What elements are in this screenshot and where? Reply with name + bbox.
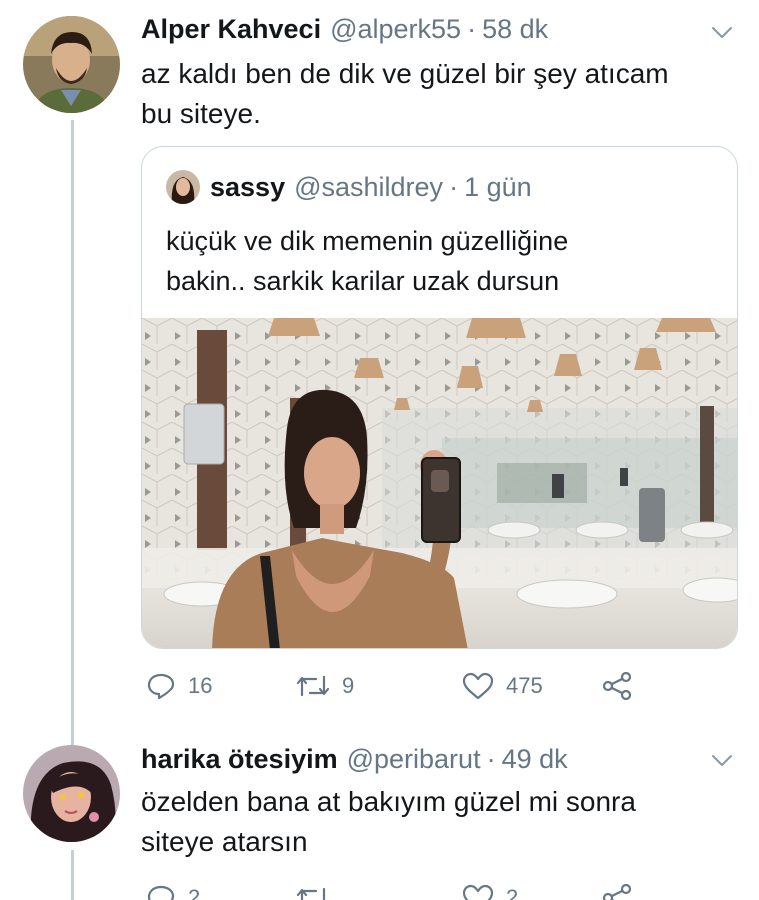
reply-icon	[147, 885, 175, 900]
like-button[interactable]: 2	[462, 884, 602, 900]
display-name[interactable]: Alper Kahveci	[141, 14, 321, 45]
separator-dot: ·	[467, 14, 477, 44]
like-button[interactable]: 475	[462, 672, 602, 700]
quoted-username-handle[interactable]: @sashildrey	[294, 172, 443, 203]
share-button[interactable]	[602, 672, 644, 700]
tweet-text-line: az kaldı ben de dik ve güzel bir şey atı…	[141, 58, 669, 89]
tweet-text: özelden bana at bakıyım güzel mi sonra s…	[141, 782, 636, 862]
quoted-timestamp[interactable]: 1 gün	[464, 172, 532, 203]
tweet-text: az kaldı ben de dik ve güzel bir şey atı…	[141, 54, 669, 134]
chevron-down-icon[interactable]	[707, 748, 737, 772]
chevron-down-icon[interactable]	[707, 20, 737, 44]
reply-count: 16	[188, 673, 213, 698]
avatar[interactable]	[23, 16, 120, 113]
reply-button[interactable]: 16	[146, 672, 296, 700]
tweet-text-line: siteye atarsın	[141, 826, 308, 857]
like-count: 475	[506, 673, 543, 698]
quoted-avatar	[166, 170, 200, 204]
quoted-text-line: küçük ve dik memenin güzelliğine	[166, 226, 569, 256]
timestamp[interactable]: 58 dk	[482, 14, 548, 45]
retweet-count: 9	[342, 673, 355, 698]
quoted-tweet-card[interactable]: sassy @sashildrey · 1 gün küçük ve dik m…	[141, 146, 738, 649]
tweet-photo[interactable]	[142, 318, 737, 648]
retweet-button[interactable]: 9	[296, 673, 462, 699]
share-icon	[602, 672, 632, 700]
username-handle[interactable]: @alperk55	[330, 14, 461, 45]
separator-dot: ·	[486, 744, 496, 774]
like-icon	[462, 672, 494, 700]
like-icon	[462, 884, 494, 900]
username-handle[interactable]: @peribarut	[347, 744, 481, 775]
avatar[interactable]	[23, 745, 120, 842]
quoted-tweet-text: küçük ve dik memenin güzelliğine bakin..…	[166, 221, 568, 301]
thread-connector-line	[71, 120, 74, 745]
thread-connector-line	[71, 850, 74, 900]
timestamp[interactable]: 49 dk	[502, 744, 568, 775]
retweet-icon	[296, 887, 329, 900]
reply-count: 2	[188, 885, 201, 900]
retweet-icon	[296, 675, 330, 697]
quoted-text-line: bakin.. sarkik karilar uzak dursun	[166, 266, 560, 296]
tweet-text-line: bu siteye.	[141, 98, 261, 129]
retweet-button[interactable]	[296, 885, 462, 900]
reply-button[interactable]: 2	[146, 884, 296, 900]
reply-icon	[147, 673, 175, 700]
separator-dot: ·	[449, 171, 459, 202]
display-name[interactable]: harika ötesiyim	[141, 744, 338, 775]
quoted-display-name[interactable]: sassy	[210, 172, 285, 203]
share-button[interactable]	[602, 884, 644, 900]
tweet-text-line: özelden bana at bakıyım güzel mi sonra	[141, 786, 636, 817]
share-icon	[602, 884, 632, 900]
like-count: 2	[506, 885, 519, 900]
